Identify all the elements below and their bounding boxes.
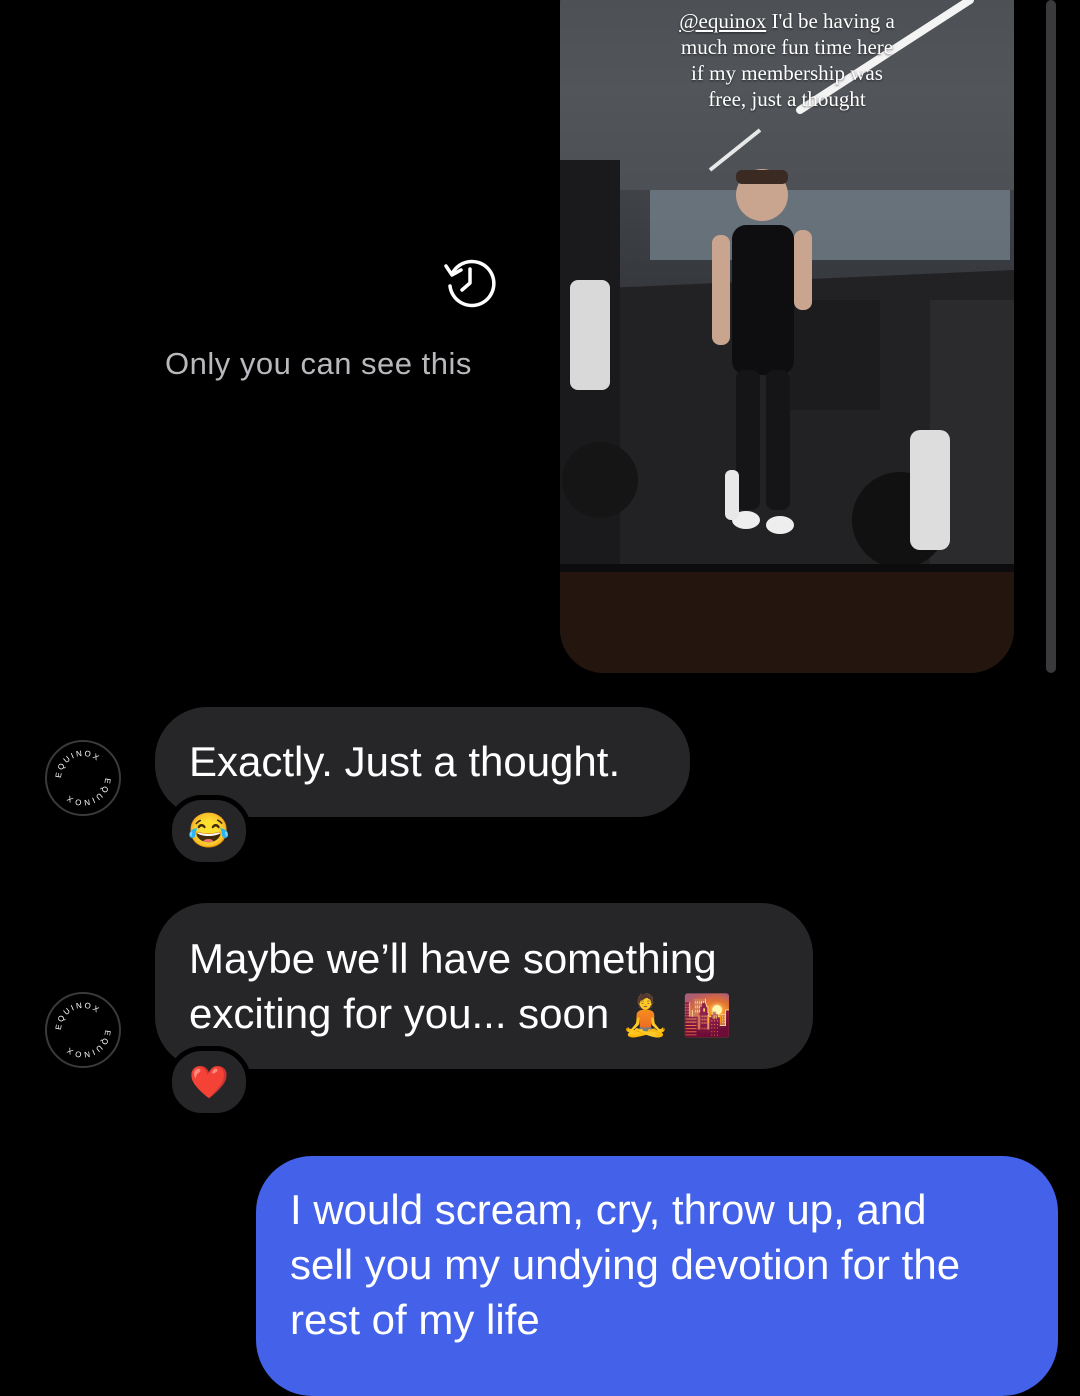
sender-avatar[interactable]: EQUINOX EQUINOX <box>45 992 121 1068</box>
message-text: Exactly. Just a thought. <box>189 738 621 785</box>
svg-text:EQUINOX: EQUINOX <box>64 778 112 808</box>
meditation-emoji-icon: 🧘 <box>620 994 671 1039</box>
message-line-2: exciting for you... soon <box>189 990 610 1037</box>
avatar-text-2: EQUINOX <box>64 778 110 808</box>
heart-emoji-icon: ❤️ <box>189 1064 229 1100</box>
message-line-2-row: exciting for you... soon 🧘 🌇 <box>189 986 779 1044</box>
caption-mention[interactable]: @equinox <box>679 9 766 33</box>
message-bubble-outgoing[interactable]: I would scream, cry, throw up, and sell … <box>256 1156 1058 1396</box>
caption-line-4: free, just a thought <box>708 87 866 111</box>
caption-line-3: if my membership was <box>691 61 883 85</box>
equinox-logo: EQUINOX EQUINOX <box>54 749 112 808</box>
city-sunset-emoji-icon: 🌇 <box>682 994 733 1039</box>
avatar-text-2: EQUINOX <box>64 1030 110 1060</box>
scrollbar[interactable] <box>1046 0 1056 673</box>
svg-text:EQUINOX: EQUINOX <box>64 1030 112 1060</box>
message-bubble-incoming[interactable]: Maybe we’ll have something exciting for … <box>155 903 813 1069</box>
equinox-logo: EQUINOX EQUINOX <box>54 1001 112 1060</box>
message-reaction[interactable]: ❤️ <box>167 1046 251 1118</box>
avatar-text: EQUINOX <box>54 1001 100 1031</box>
message-line-2: sell you my undying devotion for the <box>290 1241 961 1288</box>
message-line-1: I would scream, cry, throw up, and <box>290 1186 927 1233</box>
message-reaction[interactable]: 😂 <box>167 795 251 867</box>
history-icon <box>444 259 496 308</box>
caption-line-2: much more fun time here <box>680 35 894 59</box>
laughing-emoji-icon: 😂 <box>187 812 231 850</box>
svg-text:EQUINOX: EQUINOX <box>54 749 102 779</box>
message-line-1: Maybe we’ll have something <box>189 935 717 982</box>
sender-avatar[interactable]: EQUINOX EQUINOX <box>45 740 121 816</box>
message-line-3: rest of my life <box>290 1296 540 1343</box>
svg-text:EQUINOX: EQUINOX <box>54 1001 102 1031</box>
avatar-text: EQUINOX <box>54 749 100 779</box>
story-reply-card[interactable]: @equinox I'd be having a much more fun t… <box>560 0 1014 673</box>
caption-line-1: I'd be having a <box>766 9 895 33</box>
story-caption: @equinox I'd be having a much more fun t… <box>560 8 1014 112</box>
privacy-notice: Only you can see this <box>165 346 472 381</box>
